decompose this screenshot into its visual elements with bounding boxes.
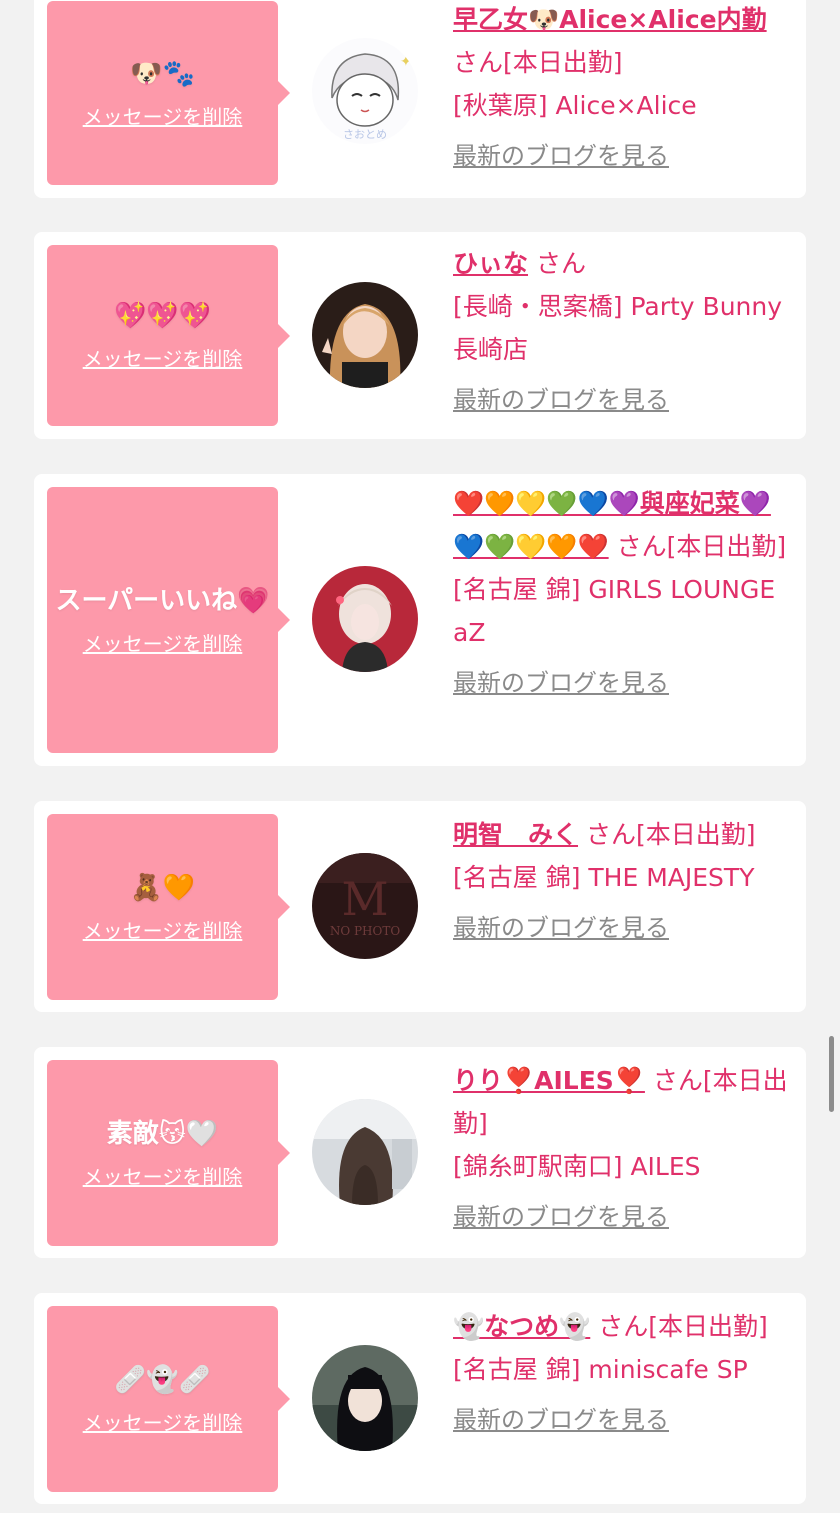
delete-message-link[interactable]: メッセージを削除 <box>83 915 243 944</box>
shop-label: [秋葉原] Alice×Alice <box>453 91 697 120</box>
svg-text:NO PHOTO: NO PHOTO <box>330 924 401 938</box>
scrollbar[interactable] <box>829 1036 834 1112</box>
list-item: 🐶🐾 メッセージを削除 さおとめ ✦ 早乙女🐶Alice×Alice内勤 さん[… <box>34 0 806 198</box>
message-stamp-box: 🧸🧡 メッセージを削除 <box>47 814 290 1000</box>
attendance-status: [本日出勤] <box>503 48 623 77</box>
avatar[interactable] <box>312 1099 418 1205</box>
cast-name-link[interactable]: ひぃな <box>453 249 528 278</box>
shop-label: [名古屋 錦] THE MAJESTY <box>453 863 755 892</box>
honorific: さん <box>652 1066 703 1095</box>
cast-name-link[interactable]: 早乙女🐶Alice×Alice内勤 <box>453 5 767 34</box>
delete-message-link[interactable]: メッセージを削除 <box>83 343 243 372</box>
latest-blog-link[interactable]: 最新のブログを見る <box>453 1399 669 1442</box>
attendance-status: [本日出勤] <box>666 532 787 561</box>
latest-blog-link[interactable]: 最新のブログを見る <box>453 135 669 178</box>
honorific: さん <box>598 1312 649 1341</box>
honorific: さん <box>535 249 586 278</box>
cast-info: りり❣️AILES❣️ さん[本日出勤] [錦糸町駅南口] AILES 最新のブ… <box>453 1059 793 1239</box>
cast-info: ❤️🧡💛💚💙💜與座妃菜💜💙💚💛🧡❤️ さん[本日出勤] [名古屋 錦] GIRL… <box>453 482 793 705</box>
svg-text:M: M <box>341 872 388 926</box>
latest-blog-link[interactable]: 最新のブログを見る <box>453 1196 669 1239</box>
shop-label: [名古屋 錦] GIRLS LOUNGE aZ <box>453 575 776 647</box>
cast-info: 早乙女🐶Alice×Alice内勤 さん[本日出勤] [秋葉原] Alice×A… <box>453 0 793 178</box>
list-item: 🧸🧡 メッセージを削除 M NO PHOTO 明智 みく さん[本日出勤] [名… <box>34 801 806 1012</box>
cast-name-link[interactable]: 👻なつめ👻 <box>453 1312 590 1341</box>
list-item: 🩹👻🩹 メッセージを削除 👻なつめ👻 さん[本日出勤] [名古屋 錦] mini… <box>34 1293 806 1504</box>
latest-blog-link[interactable]: 最新のブログを見る <box>453 662 669 705</box>
list-item: 素敵😽🤍 メッセージを削除 りり❣️AILES❣️ さん[本日出勤] [錦糸町駅… <box>34 1047 806 1258</box>
cast-info: 👻なつめ👻 さん[本日出勤] [名古屋 錦] miniscafe SP 最新のブ… <box>453 1305 793 1442</box>
avatar[interactable] <box>312 566 418 672</box>
stamp-text: 素敵😽🤍 <box>106 1118 219 1149</box>
message-stamp-box: 素敵😽🤍 メッセージを削除 <box>47 1060 290 1246</box>
message-stamp-box: 🩹👻🩹 メッセージを削除 <box>47 1306 290 1492</box>
avatar[interactable] <box>312 282 418 388</box>
favorites-message-list: 🐶🐾 メッセージを削除 さおとめ ✦ 早乙女🐶Alice×Alice内勤 さん[… <box>0 0 840 1513</box>
stamp-text: 💖💖💖 <box>113 301 212 331</box>
message-stamp-box: スーパーいいね💗 メッセージを削除 <box>47 487 290 753</box>
list-item: 💖💖💖 メッセージを削除 ひぃな さん [長崎・思案橋] Party Bunny… <box>34 232 806 439</box>
list-item: スーパーいいね💗 メッセージを削除 ❤️🧡💛💚💙💜與座妃菜💜💙💚💛🧡❤️ さん[… <box>34 474 806 766</box>
svg-text:さおとめ: さおとめ <box>343 128 387 141</box>
cast-info: ひぃな さん [長崎・思案橋] Party Bunny 長崎店 最新のブログを見… <box>453 242 793 422</box>
cast-name-link[interactable]: りり❣️AILES❣️ <box>453 1066 645 1095</box>
stamp-text: 🐶🐾 <box>130 58 195 89</box>
latest-blog-link[interactable]: 最新のブログを見る <box>453 907 669 950</box>
latest-blog-link[interactable]: 最新のブログを見る <box>453 379 669 422</box>
delete-message-link[interactable]: メッセージを削除 <box>83 1407 243 1436</box>
shop-label: [錦糸町駅南口] AILES <box>453 1152 701 1181</box>
delete-message-link[interactable]: メッセージを削除 <box>83 101 243 130</box>
stamp-text: 🧸🧡 <box>130 872 195 903</box>
avatar[interactable]: M NO PHOTO <box>312 853 418 959</box>
svg-text:✦: ✦ <box>400 54 412 70</box>
honorific: さん <box>453 48 504 77</box>
delete-message-link[interactable]: メッセージを削除 <box>83 1161 243 1190</box>
honorific: さん <box>585 820 636 849</box>
honorific: さん <box>616 532 667 561</box>
cast-info: 明智 みく さん[本日出勤] [名古屋 錦] THE MAJESTY 最新のブロ… <box>453 813 793 950</box>
attendance-status: [本日出勤] <box>635 820 756 849</box>
shop-label: [名古屋 錦] miniscafe SP <box>453 1355 748 1384</box>
stamp-text: スーパーいいね💗 <box>55 585 270 616</box>
avatar[interactable]: さおとめ ✦ <box>312 38 418 144</box>
attendance-status: [本日出勤] <box>648 1312 768 1341</box>
cast-name-link[interactable]: 明智 みく <box>453 820 578 849</box>
shop-label: [長崎・思案橋] Party Bunny 長崎店 <box>453 292 783 364</box>
stamp-text: 🩹👻🩹 <box>113 1364 212 1395</box>
message-stamp-box: 💖💖💖 メッセージを削除 <box>47 245 290 426</box>
message-stamp-box: 🐶🐾 メッセージを削除 <box>47 1 290 185</box>
delete-message-link[interactable]: メッセージを削除 <box>83 628 243 657</box>
avatar[interactable] <box>312 1345 418 1451</box>
